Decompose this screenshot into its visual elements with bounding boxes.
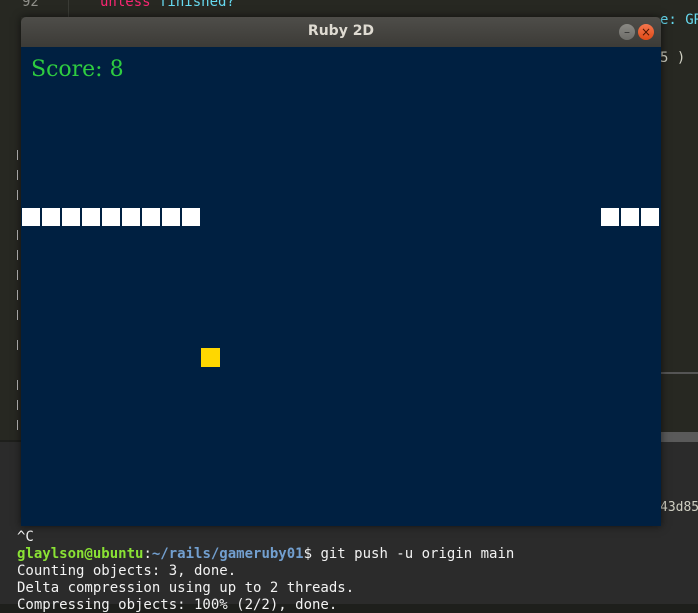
code-fragment: 5 ) — [660, 50, 686, 66]
prompt-command: $ git push -u origin main — [303, 546, 515, 562]
game-canvas[interactable]: Score: 8 — [21, 47, 661, 526]
snake-segment — [641, 208, 659, 226]
prompt-separator: : — [143, 546, 152, 562]
code-method: finished? — [150, 0, 235, 10]
prompt-user: glaylson@ubuntu — [17, 546, 144, 562]
terminal-fragment: 43d85 — [660, 500, 698, 515]
score-display: Score: 8 — [31, 57, 124, 82]
prompt-path: ~/rails/gameruby01 — [151, 546, 304, 562]
code-keyword: unless — [100, 0, 151, 10]
snake-segment — [162, 208, 180, 226]
close-button[interactable]: × — [638, 24, 654, 40]
snake-segment — [142, 208, 160, 226]
score-label: Score: — [31, 57, 103, 82]
score-value: 8 — [109, 57, 124, 82]
terminal-line: ^C — [17, 529, 34, 545]
terminal-line: Compressing objects: 100% (2/2), done. — [17, 597, 338, 613]
snake-segment — [62, 208, 80, 226]
terminal-prompt-line: glaylson@ubuntu:~/rails/gameruby01$ git … — [17, 546, 514, 562]
editor-divider — [660, 372, 698, 374]
terminal-line: Delta compression using up to 2 threads. — [17, 580, 355, 596]
line-number: 92 — [22, 0, 39, 10]
snake-segment — [122, 208, 140, 226]
game-window[interactable]: Ruby 2D – × Score: 8 — [21, 17, 661, 526]
snake-segment — [621, 208, 639, 226]
minimize-button[interactable]: – — [619, 24, 635, 40]
snake-segment — [42, 208, 60, 226]
snake-segment — [102, 208, 120, 226]
horizontal-scrollbar[interactable] — [660, 432, 698, 442]
snake-segment — [82, 208, 100, 226]
snake-segment — [601, 208, 619, 226]
window-titlebar[interactable]: Ruby 2D – × — [21, 17, 661, 47]
code-line[interactable]: unless finished? — [100, 0, 235, 10]
code-fragment: e: GR — [660, 12, 698, 28]
food-item — [201, 348, 220, 367]
terminal-line: Counting objects: 3, done. — [17, 563, 237, 579]
snake-head — [182, 208, 200, 226]
window-title: Ruby 2D — [307, 23, 375, 39]
snake-segment — [22, 208, 40, 226]
